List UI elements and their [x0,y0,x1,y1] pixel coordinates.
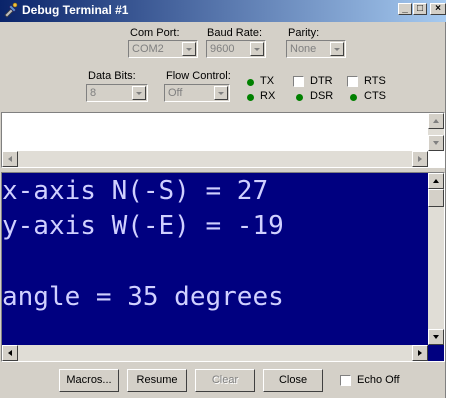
cts-led-icon [350,94,357,101]
resume-button-label: Resume [136,374,178,386]
flow-control-select[interactable]: Off [164,84,230,102]
baud-rate-value: 9600 [210,43,235,55]
window-title: Debug Terminal #1 [22,3,129,17]
rts-label: RTS [364,75,386,87]
flow-control-label: Flow Control: [166,70,231,82]
chevron-down-icon [132,86,146,100]
receive-horizontal-scrollbar[interactable] [2,345,428,361]
com-port-label: Com Port: [130,27,180,39]
com-port-value: COM2 [132,43,164,55]
scroll-right-icon[interactable] [412,345,428,361]
resume-button[interactable]: Resume [127,369,187,392]
receive-line: x-axis N(-S) = 27 [2,176,269,206]
scroll-down-icon[interactable] [428,329,444,345]
clear-button-label: Clear [211,374,239,386]
receive-vertical-scrollbar[interactable] [428,173,444,345]
dtr-checkbox[interactable] [293,76,304,87]
scroll-left-icon[interactable] [2,345,18,361]
scroll-left-icon[interactable] [2,151,18,167]
maximize-icon: □ [416,3,424,14]
minimize-icon: _ [402,3,408,14]
close-button-label: Close [278,374,308,386]
terminal-app-icon [4,2,18,18]
echo-off-label: Echo Off [357,374,400,386]
echo-off-checkbox[interactable] [340,375,351,386]
receive-line: angle = 35 degrees [2,282,284,312]
tx-led-icon [247,79,254,86]
close-icon: × [435,3,441,14]
com-port-select[interactable]: COM2 [128,40,198,58]
rx-led-icon [247,94,254,101]
title-bar[interactable]: Debug Terminal #1 _ □ × [0,0,446,22]
data-bits-select[interactable]: 8 [86,84,148,102]
dtr-label: DTR [310,75,333,87]
chevron-down-icon [214,86,228,100]
minimize-button[interactable]: _ [398,3,412,15]
baud-rate-select[interactable]: 9600 [206,40,266,58]
close-window-button[interactable]: × [430,3,446,15]
macros-button[interactable]: Macros... [59,369,119,392]
clear-button[interactable]: Clear [195,369,255,392]
debug-terminal-window: Debug Terminal #1 _ □ × Com Port: COM2 B… [0,0,446,398]
rts-checkbox[interactable] [347,76,358,87]
chevron-down-icon [182,42,196,56]
receive-pane[interactable]: x-axis N(-S) = 27 y-axis W(-E) = -19 ang… [1,172,445,362]
maximize-button[interactable]: □ [413,3,427,15]
parity-value: None [290,43,317,55]
rx-indicator-label: RX [260,90,276,102]
parity-select[interactable]: None [286,40,346,58]
transmit-pane[interactable] [1,112,445,168]
transmit-horizontal-scrollbar[interactable] [2,151,428,167]
scroll-right-icon[interactable] [412,151,428,167]
scroll-up-icon[interactable] [428,113,444,129]
cts-indicator-label: CTS [364,90,386,102]
data-bits-label: Data Bits: [88,70,136,82]
flow-control-value: Off [168,87,183,99]
transmit-vertical-scrollbar[interactable] [428,113,444,151]
dsr-indicator-label: DSR [310,90,334,102]
chevron-down-icon [250,42,264,56]
scroll-down-icon[interactable] [428,135,444,151]
data-bits-value: 8 [90,87,97,99]
chevron-down-icon [330,42,344,56]
scroll-thumb[interactable] [428,189,444,207]
receive-line: y-axis W(-E) = -19 [2,211,284,241]
baud-rate-label: Baud Rate: [207,27,263,39]
parity-label: Parity: [288,27,320,39]
macros-button-label: Macros... [66,374,112,386]
scroll-up-icon[interactable] [428,173,444,189]
close-button[interactable]: Close [263,369,323,392]
dsr-led-icon [296,94,303,101]
tx-indicator-label: TX [260,75,275,87]
